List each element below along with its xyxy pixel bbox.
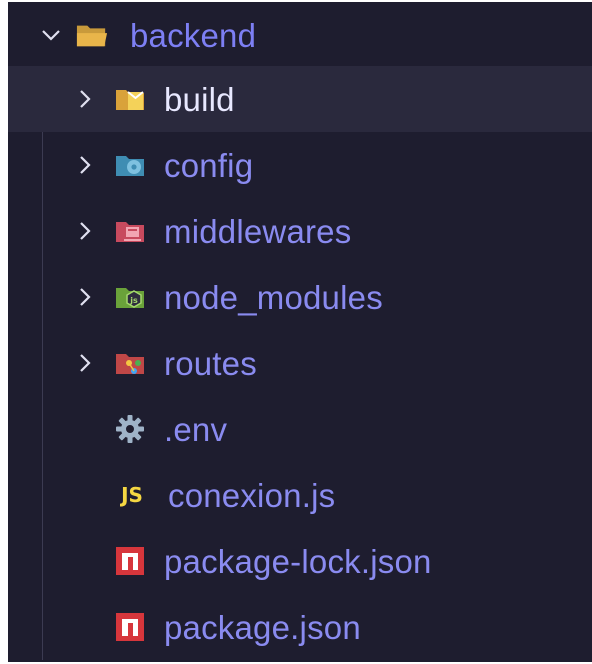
folder-routes-icon [114, 348, 146, 378]
folder-node-icon: js [114, 282, 146, 312]
tree-item-label: node_modules [164, 278, 383, 316]
tree-item-label: package-lock.json [164, 542, 432, 580]
tree-item-backend[interactable]: backend [8, 2, 592, 68]
tree-item-routes[interactable]: routes [8, 330, 592, 396]
tree-item-node-modules[interactable]: js node_modules [8, 264, 592, 330]
tree-item-label: routes [164, 344, 257, 382]
tree-item-label: middlewares [164, 212, 352, 250]
tree-item-config[interactable]: config [8, 132, 592, 198]
chevron-down-icon[interactable] [40, 24, 62, 46]
svg-text:js: js [129, 296, 138, 305]
tree-item-package-lock-json[interactable]: package-lock.json [8, 528, 592, 594]
tree-item-conexion-js[interactable]: JS conexion.js [8, 462, 592, 528]
tree-item-label: build [164, 80, 235, 118]
chevron-right-icon[interactable] [74, 154, 96, 176]
tree-item-middlewares[interactable]: middlewares [8, 198, 592, 264]
tree-item-label: package.json [164, 608, 361, 646]
folder-middleware-icon [114, 216, 146, 246]
tree-item-label: conexion.js [168, 476, 336, 514]
js-icon: JS [121, 483, 143, 507]
tree-item-env[interactable]: .env [8, 396, 592, 462]
folder-build-icon [114, 84, 146, 114]
tree-item-build[interactable]: build [8, 66, 592, 132]
chevron-right-icon[interactable] [74, 286, 96, 308]
file-explorer-panel: backend build config middlewares js node… [8, 2, 592, 662]
tree-item-package-json[interactable]: package.json [8, 594, 592, 660]
folder-config-icon [114, 150, 146, 180]
chevron-right-icon[interactable] [74, 352, 96, 374]
gear-icon [114, 414, 146, 444]
tree-item-label: backend [130, 16, 257, 54]
folder-open-icon [76, 20, 108, 50]
tree-item-label: .env [164, 410, 228, 448]
chevron-right-icon[interactable] [74, 220, 96, 242]
tree-item-label: config [164, 146, 254, 184]
npm-icon [114, 612, 146, 642]
chevron-right-icon[interactable] [74, 88, 96, 110]
npm-icon [114, 546, 146, 576]
